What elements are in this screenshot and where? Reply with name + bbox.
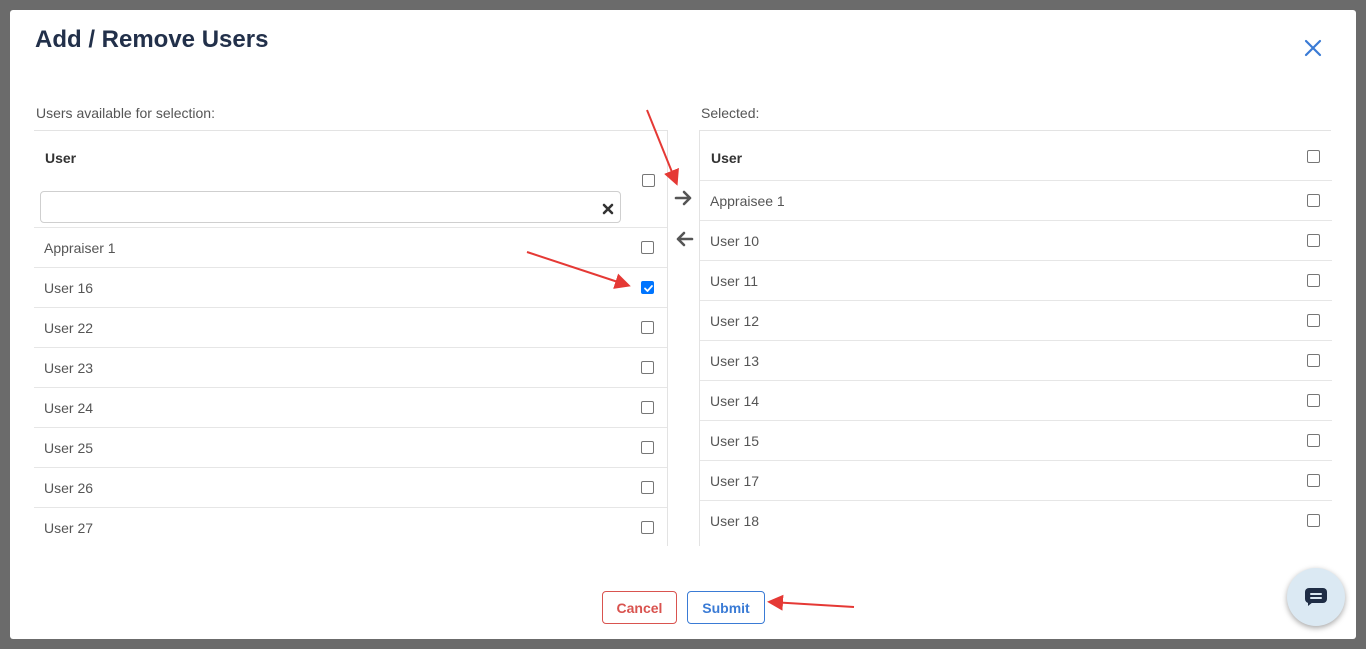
selected-select-all-checkbox[interactable] [1307, 150, 1320, 163]
available-user-row-checkbox[interactable] [641, 441, 654, 454]
available-user-row-label: User 23 [44, 360, 94, 376]
clear-search-icon[interactable] [602, 202, 614, 215]
available-user-row-checkbox[interactable] [641, 521, 654, 534]
selected-user-row-label: User 10 [710, 233, 760, 249]
selected-users-panel: User Appraisee 1 User 10 User 11 User 12 Use… [699, 130, 1332, 546]
available-user-row-label: Appraiser 1 [44, 240, 116, 256]
selected-user-row[interactable]: User 10 [700, 220, 1332, 260]
available-users-label: Users available for selection: [36, 105, 215, 121]
available-search-field[interactable] [40, 191, 621, 223]
available-search-input[interactable] [47, 196, 587, 218]
selected-user-row[interactable]: User 14 [700, 380, 1332, 420]
selected-user-row-checkbox[interactable] [1307, 514, 1320, 527]
available-user-column-header: User [45, 150, 77, 166]
available-user-row-label: User 25 [44, 440, 94, 456]
selected-user-row-label: User 18 [710, 513, 760, 529]
submit-button[interactable]: Submit [687, 591, 765, 624]
available-user-row-checkbox[interactable] [641, 401, 654, 414]
selected-user-row[interactable]: User 17 [700, 460, 1332, 500]
modal-title: Add / Remove Users [35, 26, 269, 53]
available-user-row[interactable]: User 24 [34, 387, 667, 427]
available-user-row-checkbox[interactable] [641, 241, 654, 254]
available-user-row[interactable]: User 27 [34, 507, 667, 547]
cancel-button[interactable]: Cancel [602, 591, 677, 624]
available-user-row[interactable]: Appraiser 1 [34, 227, 667, 267]
close-icon[interactable] [1302, 37, 1324, 59]
available-users-panel: User Appraiser 1 User 16 User 22 User 23 Use… [34, 130, 668, 546]
available-user-row-checkbox[interactable] [641, 321, 654, 334]
selected-user-row[interactable]: User 13 [700, 340, 1332, 380]
selected-user-row-checkbox[interactable] [1307, 194, 1320, 207]
available-user-row-label: User 16 [44, 280, 94, 296]
selected-user-row-label: User 11 [710, 273, 758, 289]
chat-icon[interactable] [1287, 568, 1345, 626]
selected-user-row-checkbox[interactable] [1307, 474, 1320, 487]
available-user-row-label: User 22 [44, 320, 94, 336]
selected-user-row-checkbox[interactable] [1307, 434, 1320, 447]
arrow-left-icon[interactable] [674, 229, 694, 249]
selected-user-row-label: Appraisee 1 [710, 193, 785, 209]
selected-user-row[interactable]: User 15 [700, 420, 1332, 460]
selected-user-row-label: User 14 [710, 393, 760, 409]
available-user-row-label: User 24 [44, 400, 94, 416]
available-user-row[interactable]: User 25 [34, 427, 667, 467]
selected-user-row-checkbox[interactable] [1307, 354, 1320, 367]
selected-user-column-header: User [711, 150, 743, 166]
available-user-row-checkbox[interactable] [641, 361, 654, 374]
available-user-row-checkbox[interactable] [641, 281, 654, 294]
available-user-row[interactable]: User 23 [34, 347, 667, 387]
available-user-row-label: User 26 [44, 480, 94, 496]
selected-user-row[interactable]: User 11 [700, 260, 1332, 300]
selected-user-row[interactable]: User 18 [700, 500, 1332, 540]
available-user-row-checkbox[interactable] [641, 481, 654, 494]
arrow-right-icon[interactable] [674, 188, 694, 208]
available-user-row-label: User 27 [44, 520, 94, 536]
selected-user-row[interactable]: User 12 [700, 300, 1332, 340]
selected-user-row-checkbox[interactable] [1307, 394, 1320, 407]
available-user-row[interactable]: User 26 [34, 467, 667, 507]
selected-user-row-label: User 13 [710, 353, 760, 369]
selected-user-row-checkbox[interactable] [1307, 234, 1320, 247]
selected-user-row-label: User 15 [710, 433, 760, 449]
selected-user-row[interactable]: Appraisee 1 [700, 180, 1332, 220]
selected-user-row-checkbox[interactable] [1307, 274, 1320, 287]
selected-user-row-label: User 12 [710, 313, 760, 329]
available-user-row[interactable]: User 16 [34, 267, 667, 307]
selected-user-row-checkbox[interactable] [1307, 314, 1320, 327]
selected-user-row-label: User 17 [710, 473, 760, 489]
available-select-all-checkbox[interactable] [642, 174, 655, 187]
available-user-row[interactable]: User 22 [34, 307, 667, 347]
add-remove-users-modal: Add / Remove Users Users available for s… [10, 10, 1356, 639]
selected-users-label: Selected: [701, 105, 760, 121]
